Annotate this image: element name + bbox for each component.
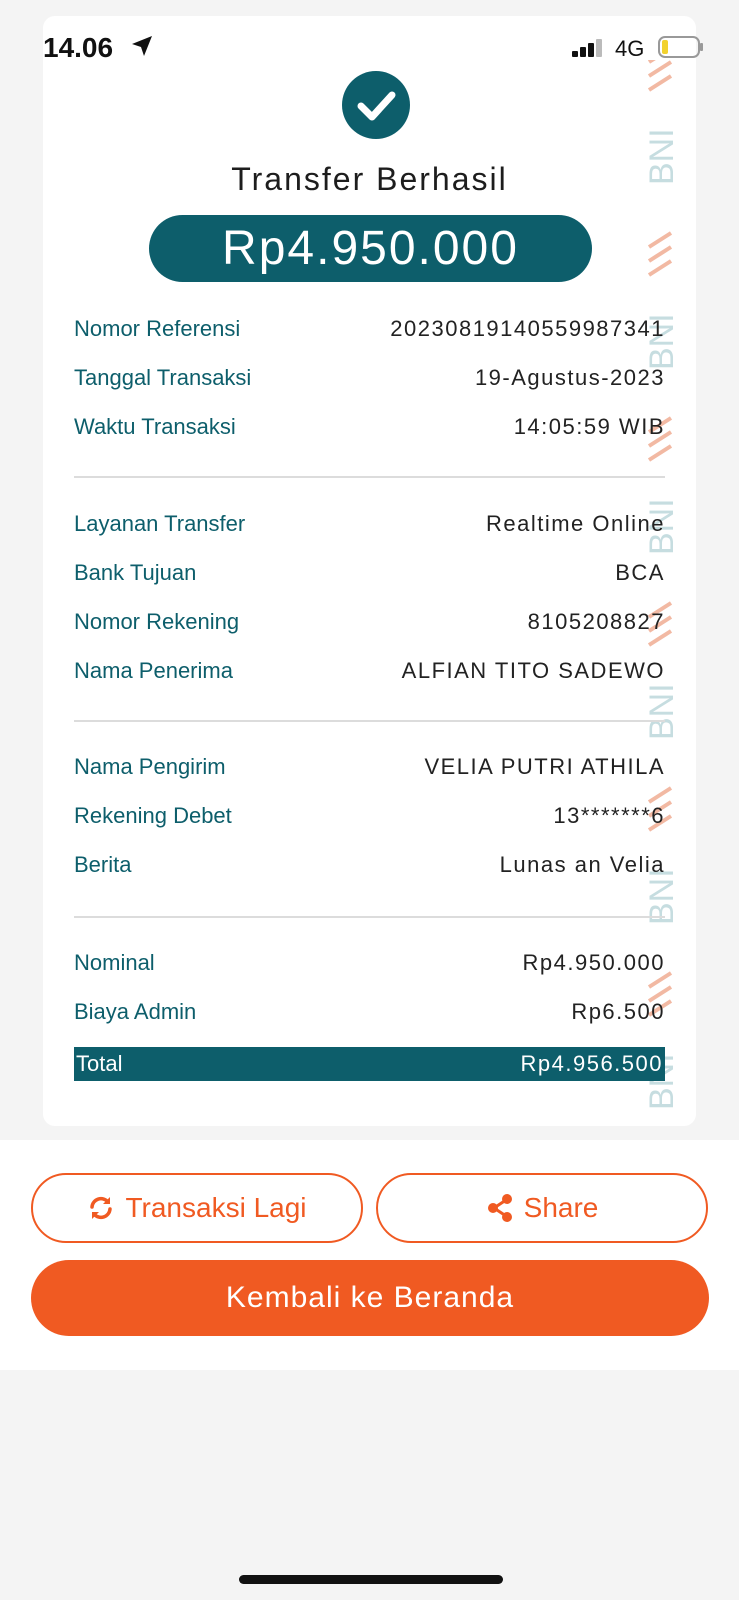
page-title: Transfer Berhasil: [231, 161, 508, 197]
detail-label: Waktu Transaksi: [74, 414, 236, 439]
detail-value: ALFIAN TITO SADEWO: [401, 658, 665, 683]
action-area: Transaksi Lagi Share Kembali ke Beranda: [0, 1140, 739, 1370]
detail-label: Nominal: [74, 950, 155, 975]
back-to-home-button[interactable]: Kembali ke Beranda: [31, 1260, 709, 1336]
detail-row: Berita Lunas an Velia: [74, 852, 665, 886]
detail-label: Nomor Rekening: [74, 609, 240, 634]
detail-row: Nominal Rp4.950.000: [74, 950, 665, 984]
total-row: Total Rp4.956.500: [74, 1047, 665, 1081]
status-time: 14.06: [43, 32, 114, 63]
detail-label: Layanan Transfer: [74, 511, 246, 536]
section-divider: [74, 720, 665, 722]
detail-value: 14:05:59 WIB: [513, 414, 665, 439]
detail-row: Nomor Rekening 8105208827: [74, 609, 665, 643]
detail-value: Realtime Online: [485, 511, 665, 536]
refresh-icon: [90, 1196, 113, 1220]
battery-icon: [658, 36, 703, 58]
home-indicator[interactable]: [239, 1575, 503, 1584]
signal-icon: [572, 39, 602, 57]
transaction-again-label: Transaksi Lagi: [125, 1192, 307, 1223]
transfer-amount: Rp4.950.000: [149, 215, 592, 282]
detail-row: Nama Pengirim VELIA PUTRI ATHILA: [74, 754, 665, 788]
detail-row: Waktu Transaksi 14:05:59 WIB: [74, 414, 665, 448]
detail-row: Rekening Debet 13*******6: [74, 803, 665, 837]
section-divider: [74, 916, 665, 918]
detail-row: Nama Penerima ALFIAN TITO SADEWO: [74, 658, 665, 692]
section-divider: [74, 476, 665, 478]
share-button[interactable]: Share: [376, 1173, 708, 1243]
detail-value: 8105208827: [527, 609, 665, 634]
share-icon: [487, 1194, 512, 1222]
detail-value: Lunas an Velia: [499, 852, 665, 877]
detail-value: Rp4.950.000: [522, 950, 665, 975]
detail-label: Nama Pengirim: [74, 754, 226, 779]
detail-row: Layanan Transfer Realtime Online: [74, 511, 665, 545]
location-arrow-icon: [132, 36, 152, 56]
detail-value: BCA: [615, 560, 665, 585]
transaction-again-button[interactable]: Transaksi Lagi: [31, 1173, 363, 1243]
detail-value: 13*******6: [553, 803, 665, 828]
detail-row: Tanggal Transaksi 19-Agustus-2023: [74, 365, 665, 399]
detail-label: Nomor Referensi: [74, 316, 241, 341]
checkmark-icon: [342, 71, 410, 139]
detail-value: 20230819140559987341: [390, 316, 665, 341]
detail-label: Rekening Debet: [74, 803, 232, 828]
total-label: Total: [76, 1051, 123, 1076]
detail-value: 19-Agustus-2023: [474, 365, 665, 390]
detail-label: Bank Tujuan: [74, 560, 197, 585]
detail-label: Nama Penerima: [74, 658, 233, 683]
detail-row: Bank Tujuan BCA: [74, 560, 665, 594]
detail-value: VELIA PUTRI ATHILA: [424, 754, 665, 779]
detail-label: Berita: [74, 852, 132, 877]
total-value: Rp4.956.500: [520, 1051, 663, 1076]
detail-label: Biaya Admin: [74, 999, 197, 1024]
network-type: 4G: [615, 36, 645, 61]
detail-value: Rp6.500: [571, 999, 665, 1024]
watermark-mark: [647, 231, 673, 277]
detail-row: Nomor Referensi 20230819140559987341: [74, 316, 665, 350]
detail-label: Tanggal Transaksi: [74, 365, 252, 390]
share-label: Share: [523, 1192, 599, 1223]
detail-row: Biaya Admin Rp6.500: [74, 999, 665, 1033]
